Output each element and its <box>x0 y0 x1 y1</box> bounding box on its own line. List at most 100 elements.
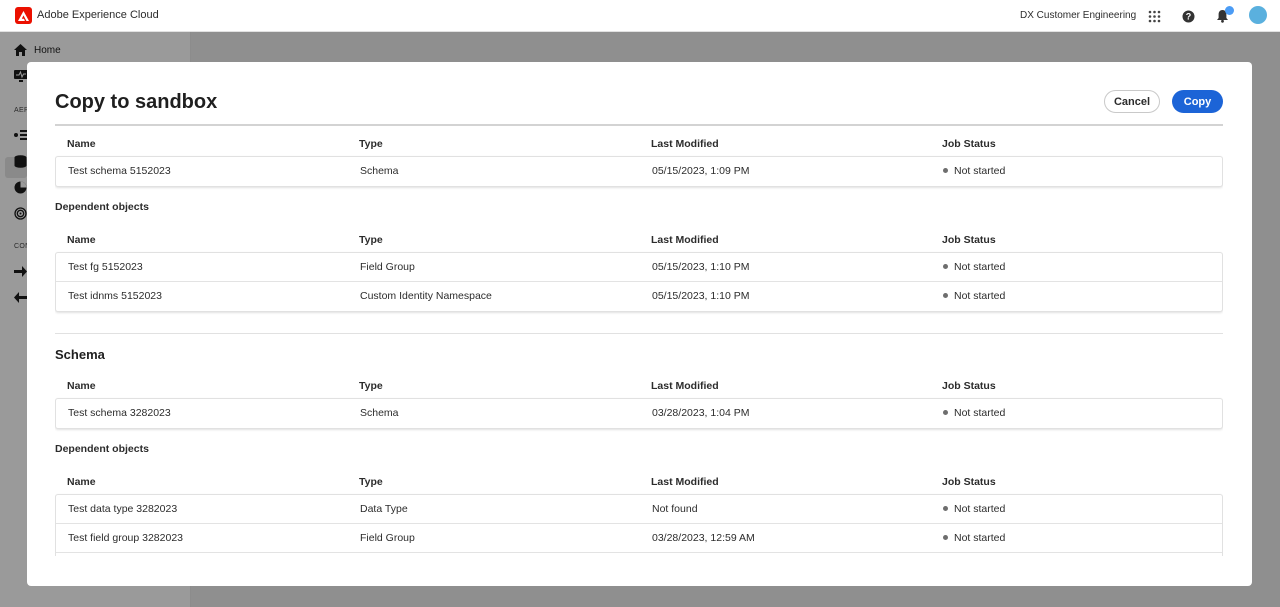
top-bar: Adobe Experience Cloud DX Customer Engin… <box>0 0 1280 32</box>
help-icon[interactable]: ? <box>1180 8 1196 24</box>
cell-last-modified: Not found <box>652 503 698 515</box>
table-header: Name Type Last Modified Job Status <box>55 476 1223 496</box>
column-header-last-modified: Last Modified <box>651 476 719 488</box>
column-header-last-modified: Last Modified <box>651 380 719 392</box>
column-header-name: Name <box>67 234 96 246</box>
table-header: Name Type Last Modified Job Status <box>55 138 1223 158</box>
table-row[interactable]: Test fg 5152023 Field Group 05/15/2023, … <box>56 253 1222 282</box>
status-text: Not started <box>954 532 1006 544</box>
table-row[interactable]: Test schema 5152023 Schema 05/15/2023, 1… <box>56 157 1222 186</box>
objects-table: Test schema 3282023 Schema 03/28/2023, 1… <box>55 398 1223 429</box>
objects-table: Test schema 5152023 Schema 05/15/2023, 1… <box>55 156 1223 187</box>
cell-name: Test field group 3282023 <box>68 532 184 544</box>
table-row[interactable]: Test idnms 5152023 Custom Identity Names… <box>56 282 1222 311</box>
status-dot-icon <box>943 168 948 173</box>
cell-last-modified: 05/15/2023, 1:10 PM <box>652 290 750 302</box>
column-header-job-status: Job Status <box>942 138 996 150</box>
sidebar-item-sources[interactable] <box>14 292 27 303</box>
status-text: Not started <box>954 407 1006 419</box>
cell-name: Test schema 5152023 <box>68 165 171 177</box>
status-text: Not started <box>954 261 1006 273</box>
column-header-name: Name <box>67 476 96 488</box>
adobe-logo[interactable] <box>15 7 32 24</box>
cell-last-modified: 03/28/2023, 12:59 AM <box>652 532 755 544</box>
column-header-job-status: Job Status <box>942 476 996 488</box>
fingerprint-icon <box>14 207 27 220</box>
cell-type: Schema <box>360 407 399 419</box>
app-title[interactable]: Adobe Experience Cloud <box>37 9 159 21</box>
flow-icon <box>14 130 28 140</box>
status-dot-icon <box>943 410 948 415</box>
sidebar-item-destinations[interactable] <box>14 266 27 277</box>
table-row[interactable]: Test schema 3282023 Schema 03/28/2023, 1… <box>56 399 1222 428</box>
cell-last-modified: 05/15/2023, 1:09 PM <box>652 165 750 177</box>
cell-type: Data Type <box>360 503 408 515</box>
cell-last-modified: 05/15/2023, 1:10 PM <box>652 261 750 273</box>
column-header-name: Name <box>67 380 96 392</box>
table-row[interactable]: Test field group 3282023 Field Group 03/… <box>56 524 1222 553</box>
column-header-job-status: Job Status <box>942 380 996 392</box>
cell-job-status: Not started <box>943 290 1005 302</box>
copy-button[interactable]: Copy <box>1172 90 1223 113</box>
svg-text:?: ? <box>1185 11 1191 21</box>
arrow-left-icon <box>14 292 27 303</box>
monitor-icon <box>14 70 28 82</box>
dialog-title: Copy to sandbox <box>55 91 218 113</box>
sidebar-item-identities[interactable] <box>14 207 27 220</box>
table-row[interactable] <box>56 553 1222 556</box>
status-dot-icon <box>943 535 948 540</box>
cell-job-status: Not started <box>943 503 1005 515</box>
cell-type: Field Group <box>360 532 415 544</box>
cell-job-status: Not started <box>943 532 1005 544</box>
org-switcher[interactable]: DX Customer Engineering <box>1020 10 1136 21</box>
dialog-content[interactable]: Name Type Last Modified Job Status Test … <box>55 126 1223 556</box>
status-text: Not started <box>954 165 1006 177</box>
cell-job-status: Not started <box>943 407 1005 419</box>
sidebar-item-datasets[interactable] <box>14 155 27 168</box>
cell-name: Test data type 3282023 <box>68 503 178 515</box>
home-icon <box>14 44 27 56</box>
cell-type: Schema <box>360 165 399 177</box>
cell-job-status: Not started <box>943 261 1005 273</box>
cell-last-modified: 03/28/2023, 1:04 PM <box>652 407 750 419</box>
database-icon <box>14 155 27 168</box>
cancel-button[interactable]: Cancel <box>1104 90 1160 113</box>
section-divider <box>55 333 1223 334</box>
dependent-objects-table: Test fg 5152023 Field Group 05/15/2023, … <box>55 252 1223 312</box>
column-header-last-modified: Last Modified <box>651 138 719 150</box>
column-header-type: Type <box>359 138 383 150</box>
section-title-schema: Schema <box>55 347 105 362</box>
cell-name: Test schema 3282023 <box>68 407 171 419</box>
table-header: Name Type Last Modified Job Status <box>55 380 1223 400</box>
column-header-job-status: Job Status <box>942 234 996 246</box>
arrow-right-icon <box>14 266 27 277</box>
sidebar-item-monitoring[interactable] <box>14 70 28 82</box>
notification-badge <box>1225 6 1234 15</box>
column-header-type: Type <box>359 234 383 246</box>
sidebar-item-segments[interactable] <box>14 181 27 194</box>
status-dot-icon <box>943 264 948 269</box>
cell-name: Test idnms 5152023 <box>68 290 162 302</box>
sidebar-item-home[interactable]: Home <box>14 44 61 56</box>
dependent-objects-heading: Dependent objects <box>55 201 149 213</box>
table-header: Name Type Last Modified Job Status <box>55 234 1223 254</box>
cell-type: Field Group <box>360 261 415 273</box>
status-dot-icon <box>943 293 948 298</box>
status-dot-icon <box>943 506 948 511</box>
column-header-type: Type <box>359 476 383 488</box>
apps-grid-icon[interactable] <box>1146 8 1162 24</box>
dependent-objects-table: Test data type 3282023 Data Type Not fou… <box>55 494 1223 556</box>
status-text: Not started <box>954 290 1006 302</box>
column-header-type: Type <box>359 380 383 392</box>
column-header-last-modified: Last Modified <box>651 234 719 246</box>
column-header-name: Name <box>67 138 96 150</box>
table-row[interactable]: Test data type 3282023 Data Type Not fou… <box>56 495 1222 524</box>
sidebar-item-label: Home <box>34 44 61 56</box>
sidebar-item-sandbox-tooling[interactable] <box>14 130 28 140</box>
cell-name: Test fg 5152023 <box>68 261 143 273</box>
cell-job-status: Not started <box>943 165 1005 177</box>
dependent-objects-heading: Dependent objects <box>55 443 149 455</box>
segments-icon <box>14 181 27 194</box>
avatar[interactable] <box>1249 6 1267 24</box>
copy-to-sandbox-dialog: Copy to sandbox Cancel Copy Name Type La… <box>27 62 1252 586</box>
